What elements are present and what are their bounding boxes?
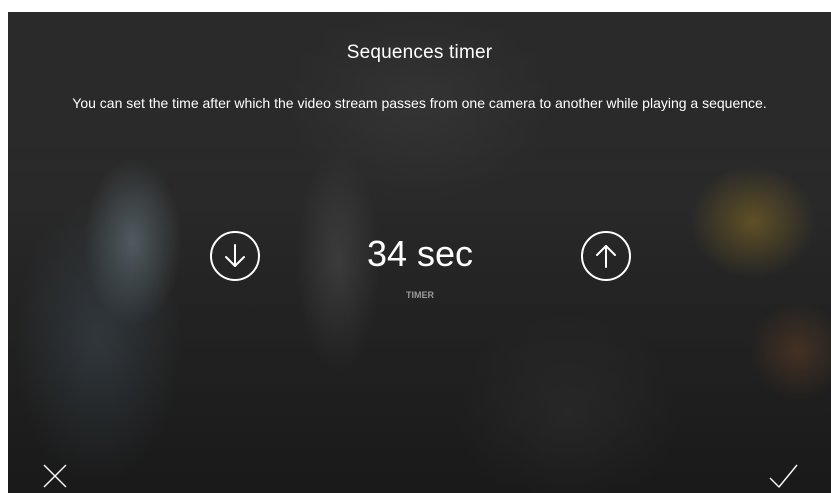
arrow-up-icon [596, 245, 616, 268]
increase-timer-button[interactable] [581, 231, 631, 281]
timer-label: TIMER [406, 290, 434, 300]
timer-dialog: Sequences timer You can set the time aft… [8, 12, 831, 493]
cancel-button[interactable] [40, 461, 70, 491]
dialog-description: You can set the time after which the vid… [72, 95, 767, 111]
close-icon [43, 464, 67, 488]
arrow-down-icon [225, 244, 245, 267]
dialog-title: Sequences timer [346, 42, 493, 63]
timer-value: 34 sec [366, 233, 474, 274]
confirm-button[interactable] [768, 461, 798, 491]
decrease-timer-button[interactable] [210, 231, 260, 281]
check-icon [769, 464, 798, 488]
